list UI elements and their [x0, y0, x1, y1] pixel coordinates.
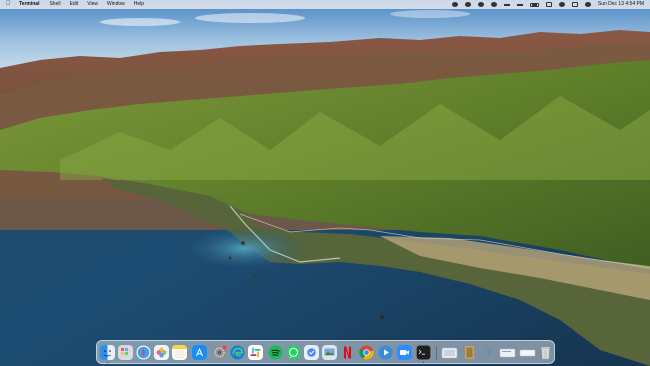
- menu-window[interactable]: Window: [107, 0, 125, 9]
- dock-separator: [436, 346, 437, 360]
- terminal-icon[interactable]: [416, 345, 431, 360]
- spotify-icon[interactable]: [268, 345, 283, 360]
- battery-icon[interactable]: [529, 2, 539, 7]
- app-store-icon[interactable]: [192, 345, 207, 360]
- window-stack-icon[interactable]: [519, 345, 536, 360]
- dark-mode-icon[interactable]: [490, 2, 497, 7]
- menu-edit[interactable]: Edit: [70, 0, 79, 9]
- terminal-running-indicator: [422, 361, 425, 364]
- documents-stack-icon[interactable]: [499, 345, 516, 360]
- clock-icon[interactable]: [464, 2, 471, 7]
- menu-shell[interactable]: Shell: [49, 0, 60, 9]
- dock: ?: [96, 340, 555, 364]
- bluetooth-icon[interactable]: [503, 3, 510, 6]
- menu-bar:  Terminal Shell Edit View Window Help S…: [0, 0, 650, 9]
- menu-bar-status: Sun Dec 13 4:54 PM: [451, 0, 644, 9]
- trash-icon[interactable]: [538, 345, 553, 360]
- volume-icon[interactable]: [516, 3, 523, 6]
- chrome-icon[interactable]: [359, 345, 374, 360]
- zoom-icon[interactable]: [397, 345, 412, 360]
- control-center-icon[interactable]: [571, 2, 578, 7]
- things-icon[interactable]: [304, 345, 319, 360]
- creative-cloud-icon[interactable]: [477, 2, 484, 7]
- photos-icon[interactable]: [154, 345, 169, 360]
- wifi-icon[interactable]: [545, 2, 552, 7]
- notes-icon[interactable]: [172, 345, 187, 360]
- slack-icon[interactable]: [248, 345, 263, 360]
- finder-icon[interactable]: [100, 345, 115, 360]
- menu-view[interactable]: View: [87, 0, 98, 9]
- finder-running-indicator: [106, 361, 109, 364]
- system-preferences-icon[interactable]: [212, 345, 227, 360]
- menu-app-terminal[interactable]: Terminal: [19, 0, 39, 9]
- menu-help[interactable]: Help: [134, 0, 144, 9]
- screenshot-folder-icon[interactable]: [441, 345, 458, 360]
- svg-text:?: ?: [485, 346, 492, 360]
- infuse-icon[interactable]: [378, 345, 393, 360]
- preview-icon[interactable]: [322, 345, 337, 360]
- dropbox-icon[interactable]: [451, 2, 458, 7]
- whatsapp-icon[interactable]: [286, 345, 301, 360]
- downloads-stack-icon[interactable]: [462, 345, 477, 360]
- apple-icon[interactable]: : [6, 0, 14, 9]
- launchpad-icon[interactable]: [118, 345, 133, 360]
- desktop-wallpaper: [0, 0, 650, 366]
- search-icon[interactable]: [558, 2, 565, 7]
- netflix-icon[interactable]: [340, 345, 355, 360]
- edge-icon[interactable]: [230, 345, 245, 360]
- safari-icon[interactable]: [136, 345, 151, 360]
- menu-bar-clock[interactable]: Sun Dec 13 4:54 PM: [598, 0, 644, 9]
- menu-bar-left:  Terminal Shell Edit View Window Help: [0, 0, 153, 9]
- siri-icon[interactable]: [584, 2, 591, 7]
- help-stack-icon[interactable]: ?: [481, 345, 496, 360]
